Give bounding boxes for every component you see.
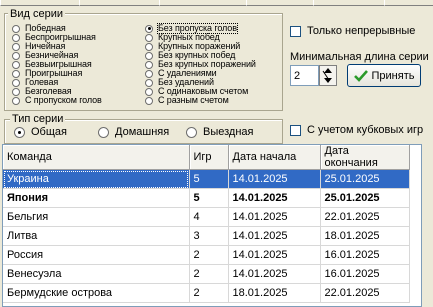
table-cell[interactable]: Бельгия [3, 207, 190, 227]
table-row[interactable]: Россия 2 14.01.2025 16.01.2025 [3, 245, 410, 265]
table-cell[interactable]: 14.01.2025 [228, 245, 321, 265]
cup-games-box[interactable] [290, 124, 301, 136]
radio-dot[interactable] [12, 78, 20, 87]
right-edge-panel [422, 144, 433, 307]
radio-dot[interactable] [145, 69, 153, 78]
accept-button[interactable]: Принять [347, 64, 421, 87]
tab-remnant[interactable] [79, 0, 160, 6]
column-header-team[interactable]: Команда [3, 145, 190, 170]
series-type-option[interactable]: Общая [14, 126, 67, 138]
series-type-option[interactable]: Выездная [186, 126, 254, 138]
only-continuous-box[interactable] [290, 25, 301, 37]
table-cell[interactable]: Япония [3, 188, 190, 208]
series-type-option-label: Домашняя [115, 126, 170, 138]
series-type-legend: Тип серии [10, 113, 66, 125]
series-kind-option-label: С пропуском голов [25, 95, 102, 105]
series-kind-option[interactable]: С пропуском голов [12, 96, 102, 105]
min-length-spinner[interactable] [319, 65, 337, 86]
table-cell[interactable]: 4 [189, 207, 229, 227]
tab-strip [0, 0, 433, 6]
radio-dot[interactable] [12, 60, 20, 69]
radio-dot[interactable] [98, 126, 109, 138]
table-cell[interactable]: Бермудские острова [3, 283, 190, 303]
column-header-games[interactable]: Игр [189, 145, 229, 170]
radio-dot[interactable] [145, 33, 153, 42]
table-cell[interactable]: 2 [189, 264, 229, 284]
table-row[interactable]: Литва 3 14.01.2025 18.01.2025 [3, 226, 410, 246]
series-type-option[interactable]: Домашняя [98, 126, 169, 138]
table-cell[interactable]: Украина [3, 169, 190, 189]
table-cell[interactable]: 16.01.2025 [320, 245, 410, 265]
table-cell[interactable]: 14.01.2025 [228, 264, 321, 284]
table-cell[interactable]: 22.01.2025 [320, 283, 410, 303]
series-type-option-label: Выездная [203, 126, 254, 138]
tab-remnant[interactable] [384, 0, 433, 6]
column-header-start-date[interactable]: Дата начала [228, 145, 321, 170]
accept-button-label: Принять [371, 69, 415, 82]
only-continuous-checkbox[interactable]: Только непрерывные [290, 25, 415, 37]
series-kind-option[interactable]: С разным счетом [145, 96, 229, 105]
table-cell[interactable]: Россия [3, 245, 190, 265]
table-row[interactable]: Венесуэла 2 14.01.2025 16.01.2025 [3, 264, 410, 284]
column-header-end-date[interactable]: Дата окончания [320, 145, 410, 170]
table-row[interactable]: Бермудские острова 2 18.01.2025 22.01.2025 [3, 283, 410, 303]
min-length-input[interactable] [290, 65, 319, 86]
table-cell[interactable]: 14.01.2025 [228, 207, 321, 227]
series-kind-legend: Вид серии [8, 8, 65, 20]
table-cell[interactable]: 3 [189, 226, 229, 246]
table-cell[interactable]: 14.01.2025 [228, 169, 321, 189]
table-cell[interactable]: 16.01.2025 [320, 264, 410, 284]
min-length-label: Минимальная длина серии [290, 51, 429, 63]
tab-remnant[interactable] [159, 0, 247, 6]
tab-remnant[interactable] [313, 0, 385, 6]
table-cell[interactable]: 25.01.2025 [320, 188, 410, 208]
cup-games-checkbox[interactable]: С учетом кубковых игр [290, 124, 423, 136]
series-kind-option-label: С разным счетом [158, 95, 229, 105]
radio-dot[interactable] [145, 78, 153, 87]
radio-dot[interactable] [14, 126, 25, 138]
spin-arrows-icon [322, 68, 332, 83]
table-cell[interactable]: 18.01.2025 [320, 226, 410, 246]
only-continuous-label: Только непрерывные [307, 25, 416, 37]
radio-dot[interactable] [12, 42, 20, 51]
tab-remnant[interactable] [0, 0, 80, 6]
table-row[interactable]: Украина 5 14.01.2025 25.01.2025 [3, 169, 410, 189]
table-cell[interactable]: Венесуэла [3, 264, 190, 284]
table-cell[interactable]: 14.01.2025 [228, 188, 321, 208]
tab-remnant[interactable] [246, 0, 314, 6]
radio-dot[interactable] [12, 87, 20, 96]
radio-dot[interactable] [145, 60, 153, 69]
table-cell[interactable]: 5 [189, 169, 229, 189]
table-body: Украина 5 14.01.2025 25.01.2025 Япония 5 14.01… [3, 169, 410, 303]
radio-dot[interactable] [186, 126, 197, 138]
table-cell[interactable]: 2 [189, 245, 229, 265]
checkmark-icon [353, 70, 368, 82]
table-cell[interactable]: 5 [189, 188, 229, 208]
results-grid[interactable]: Команда Игр Дата начала Дата окончания У… [2, 144, 422, 307]
table-row[interactable]: Япония 5 14.01.2025 25.01.2025 [3, 188, 410, 208]
radio-dot[interactable] [145, 96, 153, 105]
radio-dot[interactable] [145, 24, 153, 33]
radio-dot[interactable] [12, 96, 20, 105]
radio-dot[interactable] [12, 51, 20, 60]
radio-dot[interactable] [12, 33, 20, 42]
results-table: Команда Игр Дата начала Дата окончания У… [3, 145, 410, 303]
cup-games-label: С учетом кубковых игр [307, 124, 424, 136]
table-header-row: Команда Игр Дата начала Дата окончания [3, 145, 410, 170]
table-cell[interactable]: 25.01.2025 [320, 169, 410, 189]
table-cell[interactable]: Литва [3, 226, 190, 246]
table-cell[interactable]: 2 [189, 283, 229, 303]
table-cell[interactable]: 18.01.2025 [228, 283, 321, 303]
table-cell[interactable]: 14.01.2025 [228, 226, 321, 246]
radio-dot[interactable] [145, 51, 153, 60]
radio-dot[interactable] [145, 87, 153, 96]
radio-dot[interactable] [12, 24, 20, 33]
table-cell[interactable]: 22.01.2025 [320, 207, 410, 227]
radio-dot[interactable] [145, 42, 153, 51]
series-type-option-label: Общая [31, 126, 67, 138]
table-row[interactable]: Бельгия 4 14.01.2025 22.01.2025 [3, 207, 410, 227]
radio-dot[interactable] [12, 69, 20, 78]
